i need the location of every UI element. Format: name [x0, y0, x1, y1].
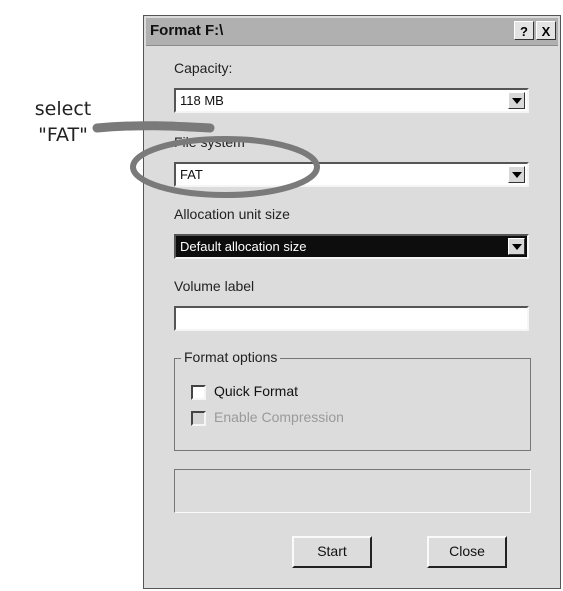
close-button[interactable]: Close	[427, 536, 507, 568]
annotation-line-1: select	[34, 98, 92, 120]
file-system-dropdown[interactable]: FAT	[174, 162, 529, 187]
capacity-label: Capacity:	[174, 60, 233, 76]
close-icon[interactable]: X	[536, 21, 556, 40]
quick-format-checkbox[interactable]	[191, 385, 206, 400]
chevron-down-icon[interactable]	[508, 92, 525, 109]
allocation-unit-dropdown[interactable]: Default allocation size	[174, 234, 529, 259]
file-system-label: File system	[174, 134, 245, 150]
chevron-down-icon[interactable]	[508, 238, 525, 255]
enable-compression-checkbox	[191, 411, 206, 426]
annotation-line-2: "FAT"	[38, 124, 88, 146]
allocation-unit-label: Allocation unit size	[174, 206, 290, 222]
chevron-down-icon[interactable]	[508, 166, 525, 183]
allocation-unit-value: Default allocation size	[180, 239, 307, 254]
help-icon[interactable]: ?	[514, 21, 534, 40]
start-button[interactable]: Start	[292, 536, 372, 568]
dialog-title: Format F:\	[150, 22, 224, 39]
format-options-group: Format options Quick Format Enable Compr…	[174, 349, 531, 451]
annotation-callout: select "FAT"	[28, 96, 98, 148]
format-dialog: Format F:\ ? X Capacity: 118 MB File sys…	[143, 15, 561, 589]
volume-label-label: Volume label	[174, 278, 255, 294]
progress-bar	[174, 469, 531, 513]
enable-compression-label: Enable Compression	[214, 409, 344, 425]
volume-label-input[interactable]	[174, 306, 529, 331]
quick-format-label[interactable]: Quick Format	[214, 383, 298, 399]
titlebar[interactable]: Format F:\ ? X	[146, 18, 558, 46]
file-system-value: FAT	[180, 167, 203, 182]
capacity-dropdown[interactable]: 118 MB	[174, 88, 529, 113]
format-options-title: Format options	[181, 349, 281, 365]
capacity-value: 118 MB	[180, 93, 224, 108]
